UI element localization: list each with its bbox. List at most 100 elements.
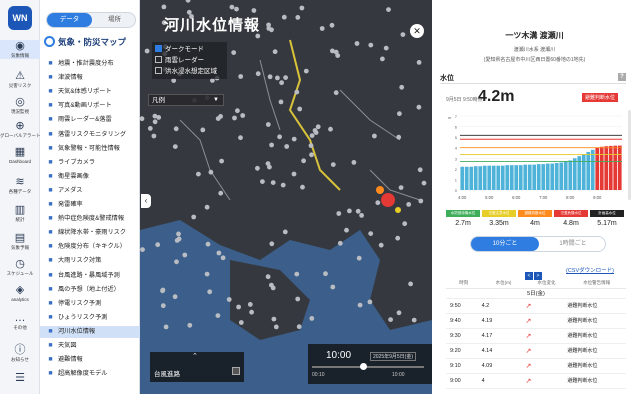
station-marker[interactable] xyxy=(408,281,413,287)
menu-item[interactable]: ■ 衛星雲画像 xyxy=(46,171,138,183)
station-marker[interactable] xyxy=(378,242,384,248)
station-marker[interactable] xyxy=(368,231,374,237)
station-marker[interactable] xyxy=(255,71,261,77)
station-marker[interactable] xyxy=(205,241,211,247)
rail-item[interactable]: ▥ 統計 xyxy=(0,204,40,223)
station-marker[interactable] xyxy=(400,32,406,37)
chevron-up-icon[interactable]: ⌃ xyxy=(192,352,198,360)
menu-item[interactable]: ■ ひょうリスク予測 xyxy=(46,312,138,324)
layer-dark-mode[interactable]: ダークモード xyxy=(155,44,224,55)
station-marker[interactable] xyxy=(220,255,226,261)
station-marker[interactable] xyxy=(272,49,278,55)
station-marker[interactable] xyxy=(152,113,158,119)
station-marker[interactable] xyxy=(234,6,239,12)
station-marker[interactable] xyxy=(207,289,213,295)
menu-item[interactable]: ■ 雨雲レーダー&落雷 xyxy=(46,114,138,126)
rail-item[interactable]: ▦ Dashboard xyxy=(0,146,40,165)
menu-item[interactable]: ■ 気象警報・可能性情報 xyxy=(46,143,138,155)
station-marker[interactable] xyxy=(238,135,243,141)
station-marker[interactable] xyxy=(300,184,305,190)
station-marker[interactable] xyxy=(249,309,254,315)
station-marker[interactable] xyxy=(155,242,161,248)
checkbox-icon[interactable] xyxy=(155,45,162,52)
menu-item[interactable]: ■ 台風進路・暴風域予測 xyxy=(46,270,138,282)
date-picker[interactable]: 2025年9月5日(金) xyxy=(370,352,417,361)
station-marker[interactable] xyxy=(297,106,303,112)
rail-item[interactable]: ☰ xyxy=(0,372,40,385)
checkbox-icon[interactable] xyxy=(155,67,162,74)
station-marker[interactable] xyxy=(280,182,286,188)
station-marker[interactable] xyxy=(216,250,222,256)
station-marker[interactable] xyxy=(218,190,224,196)
station-marker[interactable] xyxy=(260,179,265,185)
rail-item[interactable]: ≋ 各種データ xyxy=(0,176,40,195)
station-marker[interactable] xyxy=(399,84,405,90)
station-marker[interactable] xyxy=(344,227,349,233)
toggle-data[interactable]: データ xyxy=(47,13,92,27)
menu-item[interactable]: ■ 線状降水帯・豪雨リスク xyxy=(46,227,138,239)
station-marker[interactable] xyxy=(337,240,343,246)
station-marker[interactable] xyxy=(278,99,284,105)
station-marker[interactable] xyxy=(328,126,333,132)
station-marker[interactable] xyxy=(173,126,179,132)
station-marker[interactable] xyxy=(161,4,167,10)
station-marker[interactable] xyxy=(335,53,341,58)
station-marker[interactable] xyxy=(416,60,422,65)
station-marker[interactable] xyxy=(281,14,287,20)
station-marker[interactable] xyxy=(396,310,402,316)
station-marker[interactable] xyxy=(182,252,188,258)
station-marker[interactable] xyxy=(191,214,197,220)
rail-item[interactable]: ◎ 現況監視 xyxy=(0,96,40,115)
station-marker[interactable] xyxy=(418,198,424,204)
station-marker[interactable] xyxy=(388,317,393,322)
close-icon[interactable]: ✕ xyxy=(410,24,424,38)
station-marker[interactable] xyxy=(309,133,315,139)
station-marker[interactable] xyxy=(319,26,325,31)
station-marker[interactable] xyxy=(284,144,290,149)
station-marker[interactable] xyxy=(277,134,282,140)
station-marker[interactable] xyxy=(235,108,240,114)
caution-station-marker[interactable] xyxy=(395,207,401,213)
typhoon-toggle[interactable] xyxy=(232,367,240,375)
station-marker[interactable] xyxy=(367,299,373,305)
station-marker[interactable] xyxy=(375,200,381,206)
selected-station-marker[interactable] xyxy=(381,193,395,207)
menu-item[interactable]: ■ 超高解像度モデル xyxy=(46,368,138,380)
rail-item[interactable]: ◉ 気象情報 xyxy=(0,40,40,59)
station-marker[interactable] xyxy=(309,316,315,321)
station-marker[interactable] xyxy=(265,122,271,127)
station-marker[interactable] xyxy=(270,180,276,186)
rail-item[interactable]: ⚠ 災害リスク xyxy=(0,70,40,89)
station-marker[interactable] xyxy=(174,259,179,265)
menu-item[interactable]: ■ 発雷確率 xyxy=(46,199,138,211)
station-marker[interactable] xyxy=(140,247,145,253)
station-marker[interactable] xyxy=(416,104,422,110)
station-marker[interactable] xyxy=(372,133,377,139)
station-marker[interactable] xyxy=(329,22,335,28)
station-marker[interactable] xyxy=(200,127,206,133)
menu-item[interactable]: ■ 天気&体感リポート xyxy=(46,86,138,98)
menu-item[interactable]: ■ アメダス xyxy=(46,185,138,197)
menu-item[interactable]: ■ 熱中症危険度&警戒情報 xyxy=(46,213,138,225)
station-marker[interactable] xyxy=(406,202,412,207)
station-marker[interactable] xyxy=(411,317,417,323)
menu-item[interactable]: ■ 天気図 xyxy=(46,340,138,352)
rail-item[interactable]: … その他 xyxy=(0,312,40,331)
station-marker[interactable] xyxy=(232,115,237,121)
station-marker[interactable] xyxy=(275,75,280,81)
station-marker[interactable] xyxy=(231,50,237,55)
station-marker[interactable] xyxy=(308,143,314,149)
app-logo[interactable]: WN xyxy=(8,6,32,30)
station-marker[interactable] xyxy=(380,56,385,62)
station-marker[interactable] xyxy=(176,231,181,237)
rail-item[interactable]: ▤ 気象予報 xyxy=(0,232,40,251)
station-marker[interactable] xyxy=(295,15,301,20)
time-slider[interactable] xyxy=(312,366,424,368)
legend-select[interactable]: 凡例 ▼ xyxy=(148,94,224,106)
station-marker[interactable] xyxy=(295,296,301,302)
station-marker[interactable] xyxy=(265,161,271,167)
station-marker[interactable] xyxy=(291,136,297,142)
station-marker[interactable] xyxy=(269,282,274,288)
csv-download-link[interactable]: (CSVダウンロード) xyxy=(566,266,614,274)
station-marker[interactable] xyxy=(330,284,336,290)
